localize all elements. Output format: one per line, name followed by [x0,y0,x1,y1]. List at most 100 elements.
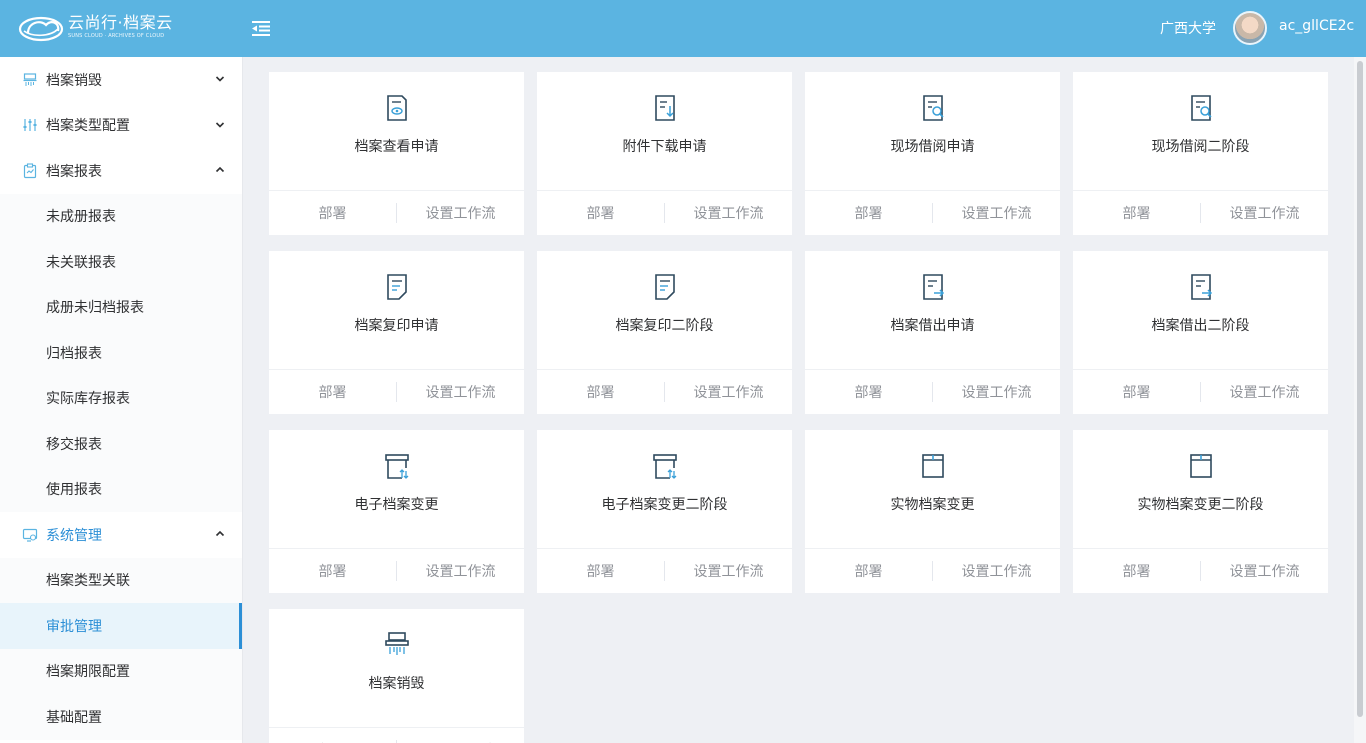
user-name[interactable]: ac_gllCE2c [1279,18,1354,34]
card-title: 档案查看申请 [354,139,439,155]
sliders-icon [22,117,38,133]
card-actions: 部署设置工作流 [269,370,524,414]
deploy-button[interactable]: 部署 [1073,203,1200,223]
sidebar-item-label: 档案类型配置 [46,118,130,135]
card-body: 档案查看申请 [269,72,524,191]
deploy-button[interactable]: 部署 [537,561,664,581]
top-header: 云尚行·档案云 SUNS CLOUD · ARCHIVES OF CLOUD 广… [0,0,1366,57]
sidebar-subitem-selected[interactable]: 审批管理 [0,603,242,649]
card-actions: 部署设置工作流 [537,370,792,414]
card-actions: 部署设置工作流 [1073,191,1328,235]
set-workflow-button[interactable]: 设置工作流 [933,203,1060,223]
card-body: 实物档案变更二阶段 [1073,430,1328,549]
logo-subtitle: SUNS CLOUD · ARCHIVES OF CLOUD [68,33,165,39]
card-actions: 部署设置工作流 [1073,370,1328,414]
monitor-settings-icon [22,527,38,543]
sidebar-subitem[interactable]: 档案类型关联 [0,557,242,603]
shredder-icon [385,632,409,655]
sidebar-subitem[interactable]: 未成册报表 [0,193,242,239]
card-body: 现场借阅二阶段 [1073,72,1328,191]
sidebar-subitem[interactable]: 移交报表 [0,421,242,467]
sidebar-subitem[interactable]: 归档报表 [0,330,242,376]
avatar[interactable] [1233,11,1267,45]
set-workflow-button[interactable]: 设置工作流 [933,382,1060,402]
card-title: 实物档案变更 [890,497,975,513]
chevron-down-icon [215,121,225,128]
scrollbar-thumb[interactable] [1357,61,1363,717]
card-actions: 部署设置工作流 [805,549,1060,593]
report-clipboard-icon [22,163,38,179]
menu-collapse-icon[interactable] [250,17,272,39]
set-workflow-button[interactable]: 设置工作流 [665,561,792,581]
sidebar-subitem[interactable]: 成册未归档报表 [0,284,242,330]
approval-card: 现场借阅二阶段 部署 设置工作流 [1073,72,1328,235]
set-workflow-button[interactable]: 设置工作流 [665,382,792,402]
card-title: 实物档案变更二阶段 [1137,497,1264,513]
card-body: 电子档案变更 [269,430,524,549]
set-workflow-button[interactable]: 设置工作流 [665,203,792,223]
card-title: 电子档案变更二阶段 [601,497,728,513]
deploy-button[interactable]: 部署 [805,203,932,223]
card-actions: 部署设置工作流 [805,370,1060,414]
sidebar-item-label: 档案销毁 [46,72,102,89]
card-body: 电子档案变更二阶段 [537,430,792,549]
deploy-button[interactable]: 部署 [269,382,396,402]
box-icon [922,454,944,478]
shredder-icon [22,72,38,88]
sidebar-subitem[interactable]: 基础配置 [0,694,242,740]
approval-card: 附件下载申请部署 设置工作流 [537,72,792,235]
vertical-scrollbar[interactable] [1354,57,1366,743]
deploy-button[interactable]: 部署 [269,203,396,223]
sidebar-subitem[interactable]: 实际库存报表 [0,375,242,421]
card-title: 档案借出申请 [890,318,975,334]
set-workflow-button[interactable]: 设置工作流 [397,203,524,223]
document-copy-icon [655,274,675,300]
document-export-icon [923,274,945,300]
sidebar-subitem[interactable]: 使用报表 [0,466,242,512]
card-body: 现场借阅申请 [805,72,1060,191]
document-copy-icon [387,274,407,300]
set-workflow-button[interactable]: 设置工作流 [397,382,524,402]
card-title: 档案借出二阶段 [1151,318,1250,334]
sidebar: 档案销毁 档案类型配置 档案报表 未成册报表 未关联报表 成册未归档报表 归档报… [0,57,243,743]
set-workflow-button[interactable]: 设置工作流 [1201,382,1328,402]
set-workflow-button[interactable]: 设置工作流 [397,561,524,581]
cloud-logo-icon [18,16,64,42]
card-title: 现场借阅申请 [890,139,975,155]
logo[interactable]: 云尚行·档案云 SUNS CLOUD · ARCHIVES OF CLOUD [18,11,173,43]
chevron-down-icon [215,76,225,82]
deploy-button[interactable]: 部署 [1073,382,1200,402]
card-title: 档案复印二阶段 [615,318,714,334]
sidebar-subitem[interactable]: 未关联报表 [0,239,242,285]
deploy-button[interactable]: 部署 [269,561,396,581]
document-view-icon [387,95,407,121]
sidebar-item-archive-type-config[interactable]: 档案类型配置 [0,103,242,149]
deploy-button[interactable]: 部署 [805,561,932,581]
card-title: 档案销毁 [368,676,425,692]
sidebar-subitem[interactable]: 档案期限配置 [0,648,242,694]
deploy-button[interactable]: 部署 [537,382,664,402]
set-workflow-button[interactable]: 设置工作流 [1201,561,1328,581]
deploy-button[interactable]: 部署 [537,203,664,223]
card-title: 电子档案变更 [354,497,439,513]
deploy-button[interactable]: 部署 [805,382,932,402]
set-workflow-button[interactable]: 设置工作流 [933,561,1060,581]
card-title: 附件下载申请 [622,139,707,155]
sidebar-item-label: 系统管理 [46,527,102,544]
deploy-button[interactable]: 部署 [1073,561,1200,581]
archive-box-swap-icon [653,454,677,479]
card-actions: 部署设置工作流 [537,191,792,235]
organization-name[interactable]: 广西大学 [1160,18,1216,38]
card-body: 档案销毁 [269,609,524,728]
card-body: 实物档案变更 [805,430,1060,549]
sidebar-item-system-management[interactable]: 系统管理 [0,512,242,558]
card-actions: 部署设置工作流 [1073,549,1328,593]
sidebar-item-archive-destroy[interactable]: 档案销毁 [0,57,242,103]
approval-card: 档案复印申请 部署 设置工作流 [269,251,524,414]
approval-card: 现场借阅申请部署 设置工作流 [805,72,1060,235]
card-actions: 部署设置工作流 [805,191,1060,235]
chevron-up-icon [215,530,225,537]
approval-card: 档案借出二阶段部署 设置工作流 [1073,251,1328,414]
sidebar-item-archive-reports[interactable]: 档案报表 [0,148,242,194]
set-workflow-button[interactable]: 设置工作流 [1201,203,1328,223]
